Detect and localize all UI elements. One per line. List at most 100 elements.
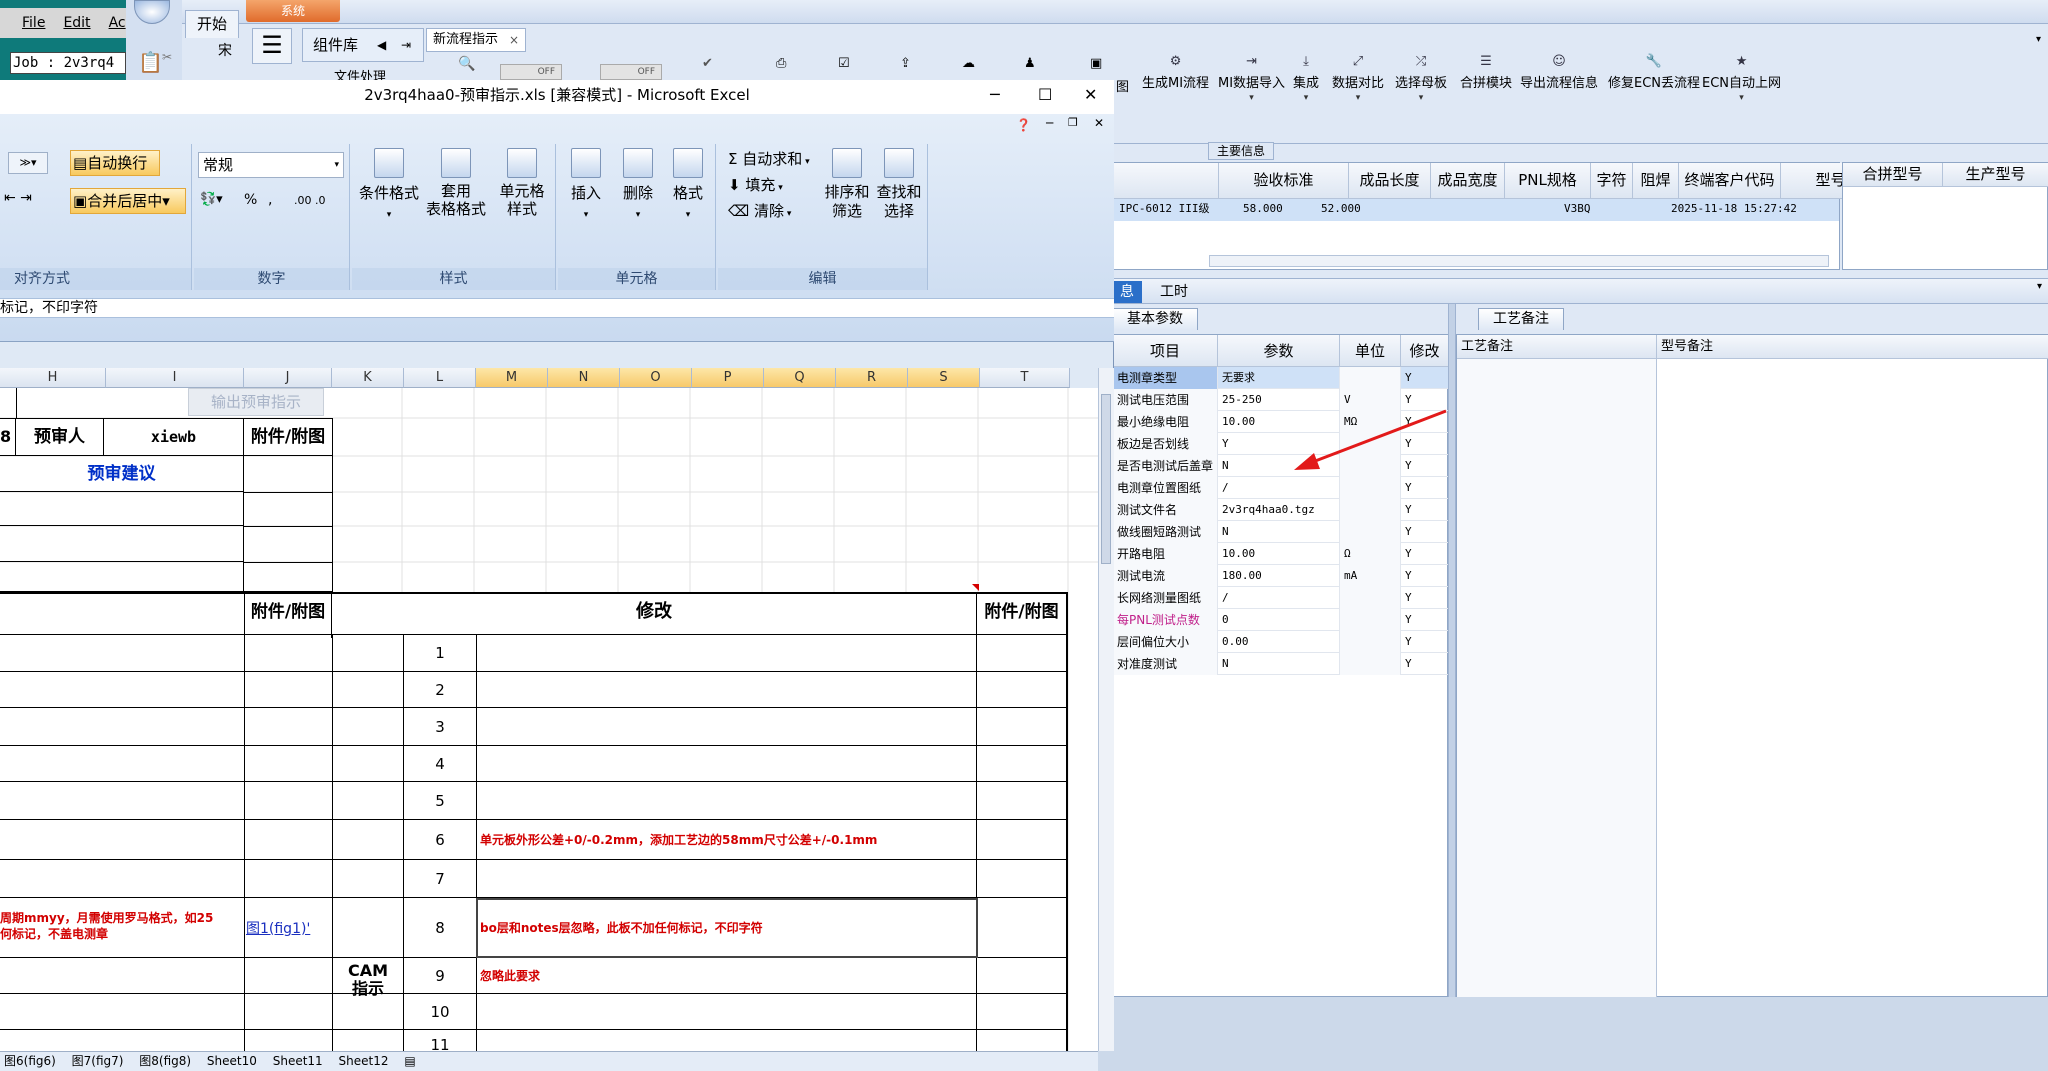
table-row[interactable]: 做线圈短路测试 N Y xyxy=(1113,521,1449,543)
next-arrow-icon[interactable]: ⇥ xyxy=(401,29,411,61)
formula-bar[interactable]: 标记，不印字符 xyxy=(0,298,1114,318)
table-row[interactable]: 9 忽略此要求 xyxy=(0,958,1068,994)
params-header-param[interactable]: 参数 xyxy=(1218,335,1340,367)
table-row[interactable]: 6 单元板外形公差+0/-0.2mm，添加工艺边的58mm尺寸公差+/-0.1mm xyxy=(0,820,1068,860)
delete-button[interactable]: 删除 ▾ xyxy=(614,148,662,221)
fill-button[interactable]: ⬇ 填充 ▾ xyxy=(728,174,783,195)
grid-header-cell[interactable]: 成品宽度 xyxy=(1431,163,1505,199)
column-header-j[interactable]: J xyxy=(244,368,332,388)
column-header-n[interactable]: N xyxy=(548,368,620,388)
autosum-button[interactable]: Σ 自动求和 ▾ xyxy=(728,148,810,169)
column-header-o[interactable]: O xyxy=(620,368,692,388)
menu-icon[interactable]: ☰ xyxy=(252,28,292,64)
grid-header-cell[interactable]: 阻焊 xyxy=(1633,163,1679,199)
decimal-buttons[interactable]: .00 .0 xyxy=(294,194,326,207)
btn-mi-import[interactable]: ⇥ MI数据导入 ▾ xyxy=(1218,54,1285,103)
tab-new-process[interactable]: 新流程指示 × xyxy=(426,28,526,52)
cell-style-button[interactable]: 单元格 样式 xyxy=(490,148,554,218)
table-row[interactable]: 开路电阻 10.00 Ω Y xyxy=(1113,543,1449,565)
menu-edit[interactable]: Edit xyxy=(63,15,90,31)
currency-icon[interactable]: 💱▾ xyxy=(200,192,223,207)
tab-system[interactable]: 系统 xyxy=(246,0,340,22)
menu-file[interactable]: File xyxy=(22,15,45,31)
worksheet[interactable]: 输出预审指示 8 预审人 xiewb 附件/附图 预审建议 附件/附图 修改 附… xyxy=(0,388,1098,1054)
column-header-s[interactable]: S xyxy=(908,368,980,388)
tab-start[interactable]: 开始 xyxy=(185,10,239,38)
grid-header-cell[interactable]: 生产型号 xyxy=(1943,163,2048,187)
grid-header-cell[interactable]: 成品长度 xyxy=(1349,163,1431,199)
notes-header-model[interactable]: 型号备注 xyxy=(1657,335,2048,359)
cloud-upload-icon[interactable]: ☁ xyxy=(962,56,975,71)
sort-filter-button[interactable]: 排序和 筛选 xyxy=(822,148,872,221)
horizontal-scrollbar[interactable] xyxy=(1209,255,1829,267)
image-icon[interactable]: ▣ xyxy=(1090,56,1102,71)
sheet-tab[interactable]: Sheet11 xyxy=(273,1054,323,1068)
tab-basic-params[interactable]: 基本参数 xyxy=(1112,308,1198,330)
component-library[interactable]: 组件库 ◀ ⇥ xyxy=(302,28,424,62)
table-row[interactable]: 每PNL测试点数 0 Y xyxy=(1113,609,1449,631)
close-icon[interactable]: × xyxy=(509,29,519,51)
menu-ac[interactable]: Ac xyxy=(109,15,126,31)
paste-icon[interactable]: 📋 xyxy=(138,50,163,74)
grid-header-cell[interactable]: 字符 xyxy=(1591,163,1633,199)
grid-header-cell[interactable]: PNL规格 xyxy=(1505,163,1591,199)
table-row[interactable]: 10 xyxy=(0,994,1068,1030)
grid-header-cell[interactable] xyxy=(1113,163,1219,199)
table-row[interactable]: 电测章类型 无要求 Y xyxy=(1113,367,1449,389)
office-orb-icon[interactable] xyxy=(134,0,170,24)
tab-work-hours[interactable]: 工时 xyxy=(1152,281,1196,303)
ribbon-restore-icon[interactable]: ❐ xyxy=(1068,116,1078,129)
column-header-l[interactable]: L xyxy=(404,368,476,388)
comma-button[interactable]: , xyxy=(268,192,272,208)
tab-info[interactable]: 息 xyxy=(1112,281,1142,303)
btn-fix-ecn[interactable]: 🔧 修复ECN丢流程 xyxy=(1608,54,1700,91)
number-format-select[interactable]: 常规 ▾ xyxy=(198,152,344,178)
table-row[interactable]: 测试文件名 2v3rq4haa0.tgz Y xyxy=(1113,499,1449,521)
attachment-cell[interactable] xyxy=(244,456,332,592)
params-header-modify[interactable]: 修改 xyxy=(1401,335,1449,367)
btn-compare[interactable]: ⤢ 数据对比 ▾ xyxy=(1332,54,1384,103)
minimize-icon[interactable]: ─ xyxy=(990,80,1000,110)
grid-header-cell[interactable]: 合拼型号 xyxy=(1843,163,1943,187)
btn-export-process[interactable]: ☺ 导出流程信息 xyxy=(1520,54,1598,91)
suggestion-cell[interactable] xyxy=(0,492,244,526)
sheet-tab[interactable]: Sheet12 xyxy=(339,1054,389,1068)
table-row[interactable]: 长网络测量图纸 / Y xyxy=(1113,587,1449,609)
prev-arrow-icon[interactable]: ◀ xyxy=(377,29,386,61)
scroll-thumb[interactable] xyxy=(1101,394,1111,564)
table-format-button[interactable]: 套用 表格格式 xyxy=(424,148,488,218)
clear-button[interactable]: ⌫ 清除 ▾ xyxy=(728,200,791,221)
ribbon-close-icon[interactable]: ✕ xyxy=(1094,116,1104,130)
sheet-tab[interactable]: Sheet10 xyxy=(207,1054,257,1068)
find-select-button[interactable]: 查找和 选择 xyxy=(874,148,924,221)
notes-header-process[interactable]: 工艺备注 xyxy=(1457,335,1657,359)
table-row[interactable]: 1 xyxy=(0,634,1068,672)
indent-decrease-icon[interactable]: ⇤ ⇥ xyxy=(4,190,32,206)
suggestion-cell[interactable] xyxy=(0,562,244,592)
column-header-m[interactable]: M xyxy=(476,368,548,388)
grid-header-cell[interactable]: 终端客户代码 xyxy=(1679,163,1781,199)
column-header-r[interactable]: R xyxy=(836,368,908,388)
column-header-k[interactable]: K xyxy=(332,368,404,388)
btn-select-mother[interactable]: ⤮ 选择母板 ▾ xyxy=(1395,54,1447,103)
table-row[interactable]: 7 xyxy=(0,860,1068,898)
column-header-i[interactable]: I xyxy=(106,368,244,388)
dropdown-arrow-icon[interactable]: ▾ xyxy=(2037,281,2042,292)
tab-process-notes[interactable]: 工艺备注 xyxy=(1478,308,1564,330)
help-icon[interactable]: ❓ xyxy=(1016,118,1031,132)
params-header-item[interactable]: 项目 xyxy=(1113,335,1218,367)
format-button[interactable]: 格式 ▾ xyxy=(664,148,712,221)
btn-ecn-online[interactable]: ★ ECN自动上网 ▾ xyxy=(1702,54,1781,103)
table-row[interactable]: 电测章位置图纸 / Y xyxy=(1113,477,1449,499)
column-header-t[interactable]: T xyxy=(980,368,1070,388)
upload-icon[interactable]: ⇪ xyxy=(900,56,911,71)
selected-cell[interactable] xyxy=(476,898,978,958)
search-icon[interactable]: 🔍 xyxy=(458,56,475,72)
btn-generate-mi[interactable]: ⚙ 生成MI流程 xyxy=(1142,54,1209,91)
params-header-unit[interactable]: 单位 xyxy=(1340,335,1401,367)
notes-cell[interactable] xyxy=(1457,359,1657,997)
conditional-format-button[interactable]: 条件格式 ▾ xyxy=(356,148,422,221)
table-row[interactable]: IPC-6012 III级 58.000 52.000 V3BQ 2025-11… xyxy=(1113,199,1839,221)
table-row[interactable]: 3 xyxy=(0,708,1068,746)
checkbox-icon[interactable]: ☑ xyxy=(838,56,850,71)
